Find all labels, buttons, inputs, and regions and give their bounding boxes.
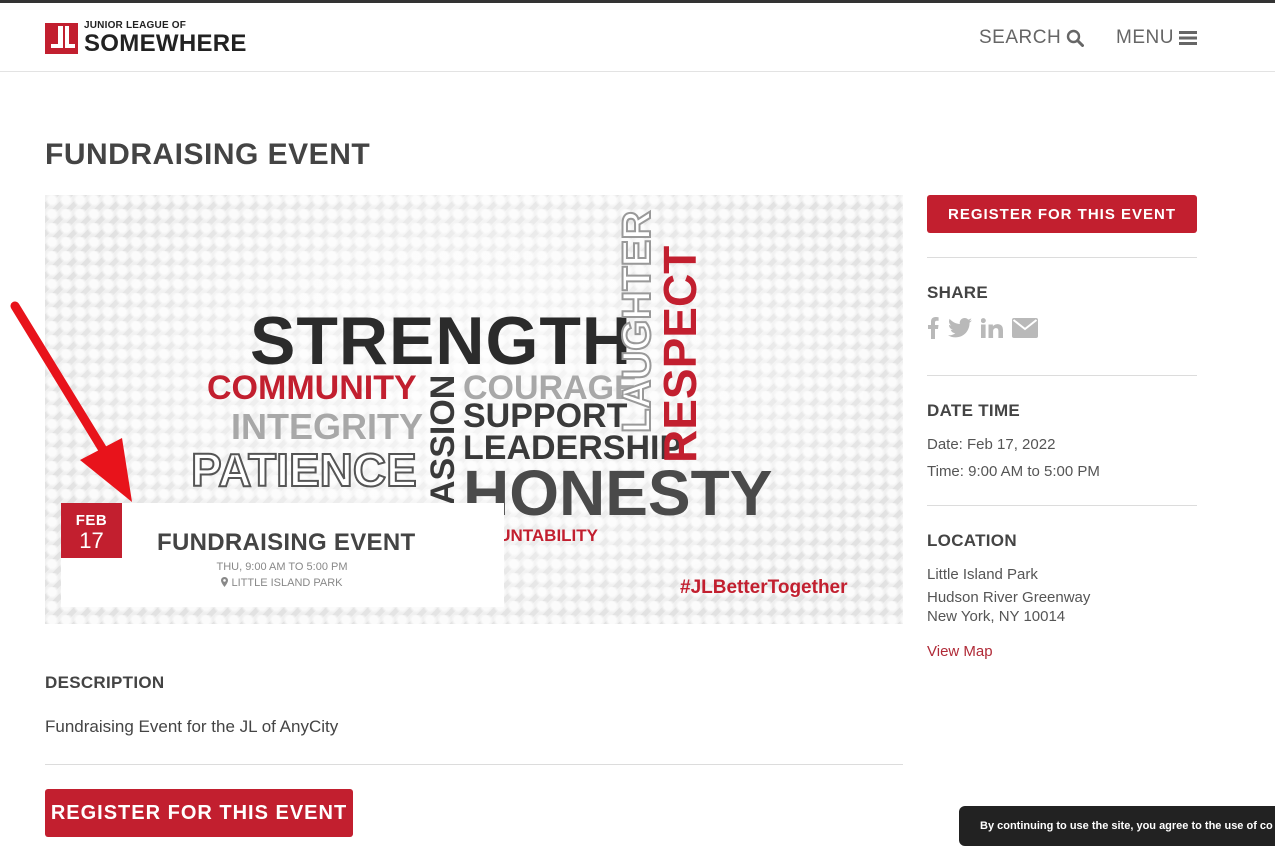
card-time: THU, 9:00 AM TO 5:00 PM — [216, 561, 348, 573]
event-date: Date: Feb 17, 2022 — [927, 436, 1056, 453]
divider — [927, 257, 1197, 258]
date-day: 17 — [79, 528, 104, 553]
word-support: SUPPORT — [463, 397, 628, 435]
view-map-link[interactable]: View Map — [927, 643, 993, 660]
hamburger-icon — [1178, 31, 1197, 45]
logo-big-text: SOMEWHERE — [84, 29, 247, 57]
location-heading: LOCATION — [927, 531, 1017, 550]
card-place-label: LITTLE ISLAND PARK — [231, 577, 343, 589]
logo-text: JUNIOR LEAGUE OF SOMEWHERE — [84, 19, 247, 57]
logo-mark-icon — [45, 22, 78, 54]
datetime-heading: DATE TIME — [927, 401, 1021, 420]
email-icon[interactable] — [1012, 318, 1038, 338]
location-name: Little Island Park — [927, 566, 1038, 583]
facebook-icon[interactable] — [927, 317, 939, 339]
divider — [927, 505, 1197, 506]
description-text: Fundraising Event for the JL of AnyCity — [45, 717, 339, 736]
share-heading: SHARE — [927, 283, 989, 302]
word-strength: STRENGTH — [250, 303, 632, 379]
menu-button[interactable]: MENU — [1116, 27, 1197, 49]
site-logo[interactable]: JUNIOR LEAGUE OF SOMEWHERE — [45, 19, 247, 57]
register-button-sidebar[interactable]: REGISTER FOR THIS EVENT — [927, 195, 1197, 233]
search-button[interactable]: SEARCH — [979, 27, 1085, 49]
word-respect: RESPECT — [654, 245, 706, 463]
event-hero-image: STRENGTH COMMUNITY COURAGE INTEGRITY SUP… — [45, 195, 903, 624]
location-city: New York, NY 10014 — [927, 608, 1066, 625]
logo-small-text: JUNIOR LEAGUE OF — [84, 19, 187, 31]
location-street: Hudson River Greenway — [927, 589, 1091, 606]
divider — [45, 764, 903, 765]
search-label: SEARCH — [979, 27, 1062, 48]
word-honesty: HONESTY — [463, 457, 773, 529]
word-patience: PATIENCE — [190, 444, 418, 496]
description-heading: DESCRIPTION — [45, 673, 165, 692]
word-integrity: INTEGRITY — [231, 406, 424, 447]
search-icon — [1066, 29, 1085, 47]
word-laughter: LAUGHTER — [614, 210, 660, 434]
cookie-text: By continuing to use the site, you agree… — [980, 820, 1273, 832]
page-title: FUNDRAISING EVENT — [45, 138, 371, 171]
divider — [927, 375, 1197, 376]
event-card: FEB 17 FUNDRAISING EVENT THU, 9:00 AM TO… — [61, 503, 504, 607]
date-badge: FEB 17 — [61, 503, 122, 558]
annotation-arrow-icon — [10, 301, 132, 502]
cookie-banner: By continuing to use the site, you agree… — [959, 806, 1275, 846]
date-month: FEB — [75, 512, 108, 529]
card-place: LITTLE ISLAND PARK — [122, 577, 442, 589]
menu-label: MENU — [1116, 27, 1174, 48]
site-header: JUNIOR LEAGUE OF SOMEWHERE SEARCH MENU — [0, 3, 1275, 72]
hashtag: #JLBetterTogether — [680, 577, 848, 598]
word-passion: ASSION — [424, 374, 462, 505]
register-button-bottom[interactable]: REGISTER FOR THIS EVENT — [45, 789, 353, 837]
linkedin-icon[interactable] — [981, 318, 1003, 338]
word-community: COMMUNITY — [207, 369, 417, 407]
twitter-icon[interactable] — [948, 318, 972, 338]
card-title: FUNDRAISING EVENT — [157, 529, 416, 556]
event-time: Time: 9:00 AM to 5:00 PM — [927, 463, 1100, 480]
share-icons — [927, 317, 1047, 339]
map-pin-icon — [221, 577, 229, 587]
